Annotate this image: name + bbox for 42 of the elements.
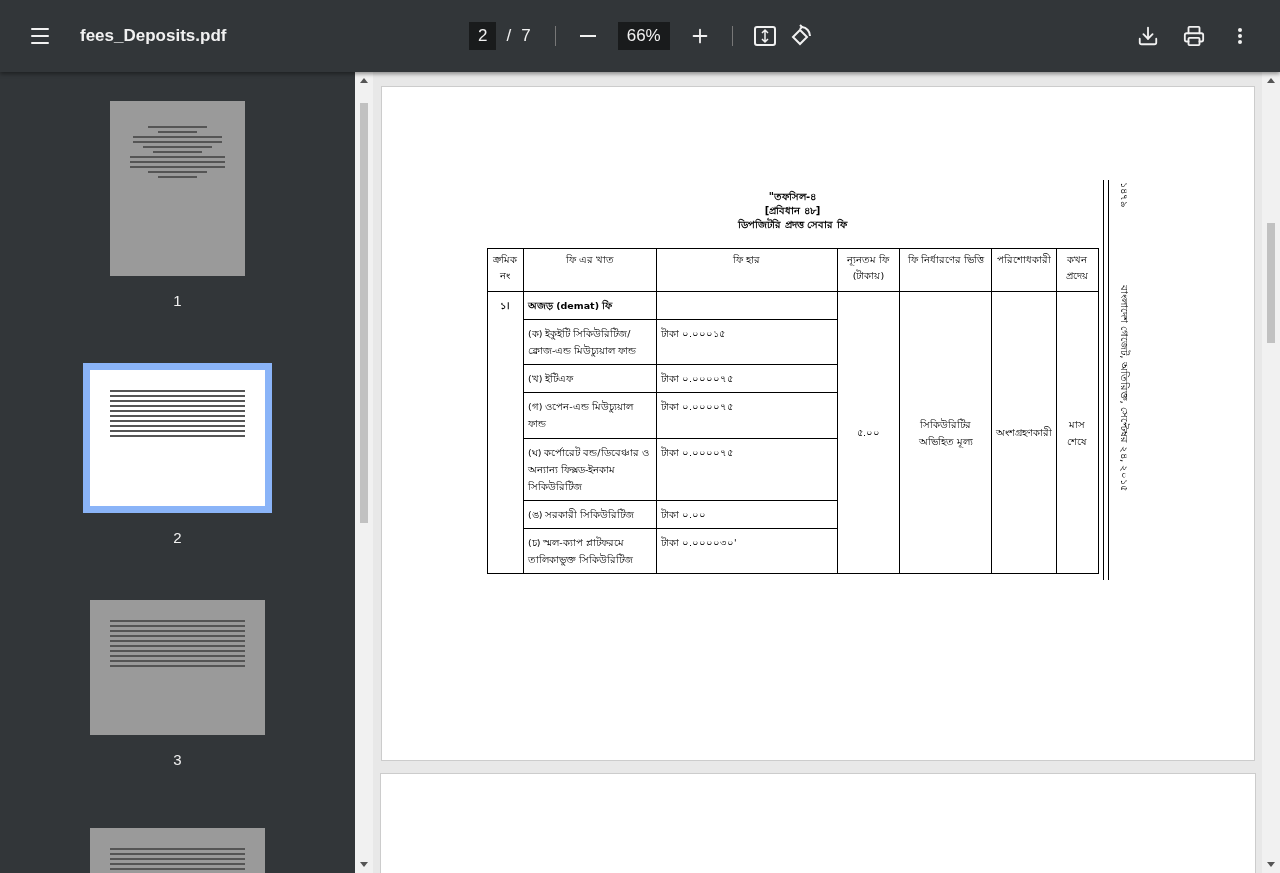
page-thumbnail[interactable] <box>83 363 272 513</box>
table-cell: ১। <box>487 291 524 574</box>
page-input[interactable]: 2 <box>469 22 497 50</box>
table-cell: মাস শেষে <box>1057 291 1098 574</box>
page-number: 3 <box>173 751 182 768</box>
table-cell: (গ) ওপেন-এন্ড মিউচ্যুয়াল ফান্ড <box>523 392 657 439</box>
table-cell: (ঙ) সরকারী সিকিউরিটিজ <box>523 500 657 529</box>
page-number: 1 <box>173 292 182 309</box>
page-thumbnail[interactable] <box>90 600 265 735</box>
table-cell: অংশগ্রহণকারী <box>992 291 1057 574</box>
table-cell: (চ) স্মল-ক্যাপ প্লাটফরমে তালিকাভুক্ত সিকিউরিটিজ <box>523 528 657 574</box>
page-thumbnail[interactable] <box>110 101 245 276</box>
zoom-field[interactable]: 66% <box>617 22 670 50</box>
scrollbar[interactable] <box>355 72 373 873</box>
scrollbar[interactable] <box>1262 72 1280 873</box>
page-total: 7 <box>521 26 531 46</box>
column-header: কখন প্রদেয় <box>1057 248 1098 292</box>
document-heading: ডিপজিটরি প্রদত্ত সেবার ফি <box>738 218 847 232</box>
file-name: fees_Deposits.pdf <box>80 26 227 46</box>
printer-icon <box>1183 25 1205 47</box>
document-heading: [প্রবিধান ৪৮] <box>764 204 821 218</box>
column-header: ফি নির্ধারণের ভিত্তি <box>899 248 992 292</box>
table-cell: (ঘ) কর্পোরেট বন্ড/ডিবেঞ্চার ও অন্যান্য ফিক্সড-ইনকাম সিকিউরিটিজ <box>523 438 657 501</box>
more-icon <box>1238 28 1242 44</box>
column-header: ফি হার <box>656 248 838 292</box>
table-cell: অজড় (demat) ফি <box>523 291 657 320</box>
page-number: ১৪৭৯ <box>1117 182 1131 207</box>
page-number: 2 <box>173 529 182 546</box>
gazette-header: বাংলাদেশ গেজেট, অতিরিক্ত, সেপ্টেম্বর ২৪, ২০১৫ <box>1117 285 1131 492</box>
column-header: ক্রমিক নং <box>487 248 524 292</box>
table-cell: ৫.০০ <box>837 291 900 574</box>
column-header: পরিশোধকারী <box>992 248 1057 292</box>
table-cell: (ক) ইকুইটি সিকিউরিটিজ/ ক্লোজ-এন্ড মিউচ্যুয়াল ফান্ড <box>523 319 657 365</box>
column-header: ন্যূনতম ফি (টাকায়) <box>837 248 900 292</box>
minus-icon <box>579 35 596 37</box>
page-separator: / <box>506 26 512 46</box>
table-cell: সিকিউরিটির অভিহিত মূল্য <box>899 291 992 574</box>
download-icon <box>1137 25 1159 47</box>
fit-page-icon <box>752 24 777 48</box>
document-heading: "তফসিল-৪ <box>768 190 817 204</box>
table-cell: (খ) ইটিএফ <box>523 364 657 393</box>
column-header: ফি এর খাত <box>523 248 657 292</box>
